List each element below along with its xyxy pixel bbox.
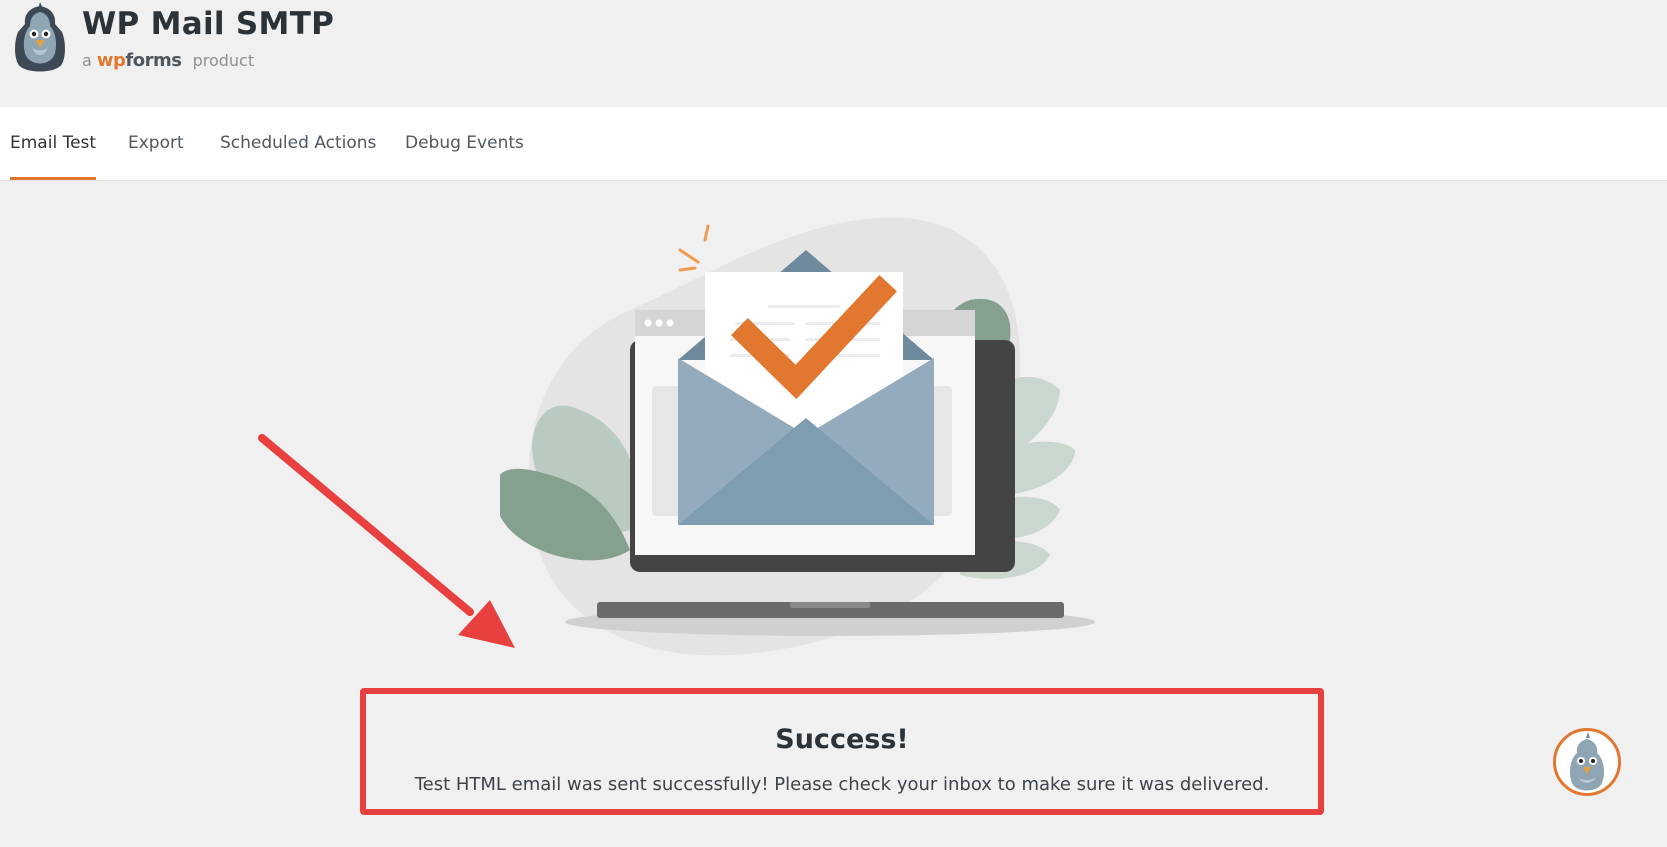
pigeon-mascot-icon	[15, 2, 65, 72]
tab-debug-events[interactable]: Debug Events	[405, 107, 524, 180]
success-notice: Success! Test HTML email was sent succes…	[360, 688, 1324, 815]
brand-sub-prefix: a	[82, 51, 92, 70]
email-sent-checkmark-icon	[500, 217, 1095, 656]
brand-title: WP Mail SMTP	[82, 6, 335, 42]
wpforms-forms: forms	[125, 50, 182, 71]
help-button[interactable]	[1553, 728, 1621, 796]
header-brand: WP Mail SMTP a wpforms product	[0, 0, 1667, 107]
tab-export[interactable]: Export	[128, 107, 184, 180]
tools-tabs: Email Test Export Scheduled Actions Debu…	[0, 107, 1667, 181]
tab-scheduled-actions[interactable]: Scheduled Actions	[220, 107, 376, 180]
success-title: Success!	[775, 724, 909, 755]
tab-email-test[interactable]: Email Test	[10, 107, 97, 180]
wpforms-wp: wp	[96, 50, 126, 71]
pigeon-help-icon	[1569, 732, 1605, 791]
brand-subtitle: a wpforms product	[82, 50, 254, 71]
red-arrow-icon	[258, 434, 515, 648]
success-message: Test HTML email was sent successfully! P…	[414, 774, 1270, 795]
brand-sub-suffix: product	[192, 51, 255, 70]
